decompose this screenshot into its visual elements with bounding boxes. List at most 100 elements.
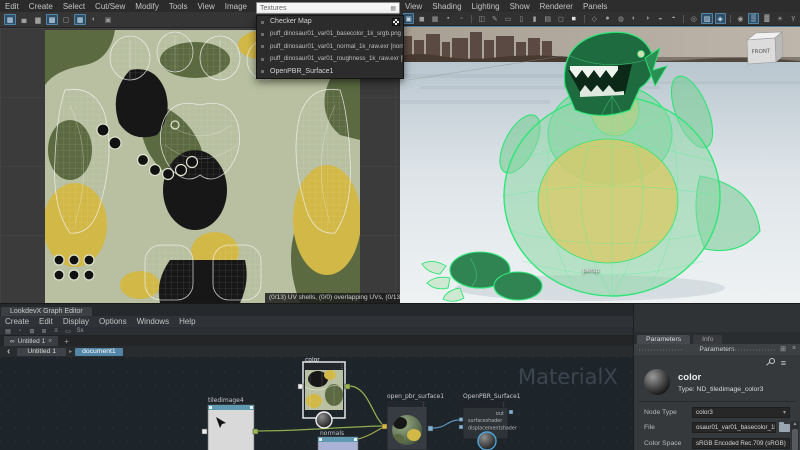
dropdown-item-normal[interactable]: puff_dinosaur01_var01_normal_1k_raw.exr …	[257, 41, 403, 53]
graph-menu-options[interactable]: Options	[94, 317, 132, 326]
pin-icon[interactable]	[765, 358, 774, 367]
textures-search-input[interactable]: Textures ▦	[256, 2, 400, 14]
dim-image-icon[interactable]: ▢	[60, 14, 72, 25]
texture-placement-icon[interactable]: ▒	[748, 13, 759, 24]
vp-menu-view[interactable]: View	[400, 2, 427, 11]
dropdown-item-checker-map[interactable]: Checker Map	[257, 16, 403, 28]
node-color[interactable]: color ⋮	[298, 357, 350, 428]
tab-info[interactable]: Info	[693, 335, 722, 344]
smooth-shade-icon[interactable]: ●	[602, 13, 613, 24]
vp-menu-shading[interactable]: Shading	[427, 2, 466, 11]
shaded-uv-icon[interactable]: ◐	[88, 14, 100, 25]
resolution-gate-icon[interactable]: ▯	[516, 13, 527, 24]
vp-menu-panels[interactable]: Panels	[578, 2, 612, 11]
two-panes-side-by-side-icon[interactable]: ◫	[476, 13, 487, 24]
graph-menu-edit[interactable]: Edit	[34, 317, 58, 326]
film-gate-icon[interactable]: ▭	[502, 13, 513, 24]
layout-vertical-icon[interactable]: ≡	[51, 327, 61, 335]
node-tiledimage4[interactable]: tiledimage4	[202, 397, 258, 450]
use-all-lights-icon[interactable]: ◐	[628, 13, 639, 24]
select-camera-icon[interactable]: ▣	[403, 13, 414, 24]
color-space-select[interactable]: sRGB Encoded Rec.709 (sRGB) ▾	[692, 438, 790, 449]
safe-action-icon[interactable]: ◻	[555, 13, 566, 24]
lock-camera-icon[interactable]: ◼	[416, 13, 427, 24]
uv-menu-tools[interactable]: Tools	[164, 2, 193, 11]
uv-menu-select[interactable]: Select	[58, 2, 90, 11]
uv-menu-view[interactable]: View	[193, 2, 220, 11]
anti-alias-icon[interactable]: ▓	[761, 13, 772, 24]
breadcrumb-current[interactable]: document1	[75, 348, 123, 356]
toolbar-separator	[471, 15, 472, 23]
node-type-select[interactable]: color3 ▾	[692, 407, 790, 418]
display-image-icon[interactable]: ▦	[4, 14, 16, 25]
gate-mask-icon[interactable]: ▮	[529, 13, 540, 24]
scroll-up-icon[interactable]: ▲	[793, 421, 798, 428]
histogram-a-icon[interactable]: ▄	[18, 14, 30, 25]
dropdown-item-openpbr-surface[interactable]: OpenPBR_Surface1	[257, 66, 403, 78]
add-node-tab-icon[interactable]: ⊞	[27, 327, 37, 335]
node-graph-canvas[interactable]: MaterialX tiledimage4	[0, 357, 633, 450]
uv-menu-image[interactable]: Image	[220, 2, 252, 11]
histogram-b-icon[interactable]: ▆	[32, 14, 44, 25]
svg-text:open_pbr_surface1: open_pbr_surface1	[387, 393, 444, 400]
file-input[interactable]: osaur01_var01_basecolor_1k_srgb.png	[692, 422, 776, 433]
isolate-select-icon[interactable]: ◎	[688, 13, 699, 24]
image-plane-icon[interactable]: ▫	[456, 13, 467, 24]
grease-pencil-icon[interactable]: ✎	[489, 13, 500, 24]
viewport-3d-view[interactable]: FRONT	[400, 26, 800, 303]
graph-menu-help[interactable]: Help	[174, 317, 200, 326]
folder-browse-icon[interactable]	[779, 424, 790, 432]
camera-name-label[interactable]: persp	[583, 267, 599, 274]
viewcube[interactable]: FRONT	[747, 32, 783, 64]
scrollbar-thumb[interactable]	[792, 429, 798, 450]
expand-collapse-icon[interactable]: Sx	[75, 327, 85, 335]
graph-menu-create[interactable]: Create	[0, 317, 34, 326]
shadows-icon[interactable]: ◑	[642, 13, 653, 24]
tab-parameters[interactable]: Parameters	[637, 335, 690, 344]
vp-menu-renderer[interactable]: Renderer	[535, 2, 578, 11]
graph-menu-display[interactable]: Display	[58, 317, 94, 326]
motion-blur-icon[interactable]: ◓	[668, 13, 679, 24]
dropdown-item-basecolor[interactable]: puff_dinosaur01_var01_basecolor_1k_srgb.…	[257, 28, 403, 40]
camera-attributes-icon[interactable]: ▦	[429, 13, 440, 24]
field-chart-icon[interactable]: ▤	[542, 13, 553, 24]
dock-icon[interactable]: ⊞	[780, 345, 786, 353]
layout-horizontal-icon[interactable]: ≣	[39, 327, 49, 335]
drag-handle[interactable]	[732, 349, 776, 351]
pixel-grid-icon[interactable]: ▦	[74, 14, 86, 25]
wireframe-on-shaded-icon[interactable]: ◈	[715, 13, 726, 24]
document-tab-untitled-1[interactable]: ∞ Untitled 1 ×	[4, 336, 58, 346]
screen-space-ao-icon[interactable]: ◒	[655, 13, 666, 24]
uv-snapshot-icon[interactable]: ▣	[102, 14, 114, 25]
vp-menu-show[interactable]: Show	[505, 2, 535, 11]
close-icon[interactable]: ×	[792, 345, 796, 352]
gamma-icon[interactable]: γ	[788, 13, 799, 24]
breadcrumb-back-icon[interactable]: ‹	[7, 347, 10, 356]
new-tab-button[interactable]: +	[58, 336, 75, 346]
exposure-icon[interactable]: ☀	[774, 13, 785, 24]
frame-selection-icon[interactable]: ▭	[63, 327, 73, 335]
breadcrumb-root[interactable]: Untitled 1	[17, 348, 66, 356]
uv-menu-edit[interactable]: Edit	[0, 2, 24, 11]
close-tab-icon[interactable]: ×	[48, 338, 52, 345]
bookmark-icon[interactable]: ▪	[443, 13, 454, 24]
dropdown-item-roughness[interactable]: puff_dinosaur01_var01_roughness_1k_raw.e…	[257, 53, 403, 65]
drag-handle[interactable]	[639, 349, 683, 351]
graph-panel-tab[interactable]: LookdevX Graph Editor	[1, 307, 92, 316]
wireframe-icon[interactable]: ◇	[589, 13, 600, 24]
uv-menu-modify[interactable]: Modify	[130, 2, 164, 11]
params-scrollbar[interactable]: ▲	[791, 421, 799, 450]
hamburger-menu-icon[interactable]: ≡	[781, 359, 786, 367]
node-state-icon[interactable]: ▫	[15, 327, 25, 335]
xray-icon[interactable]: ▨	[701, 13, 712, 24]
uv-status-readout: (0/13) UV shells, (0/0) overlapping UVs,…	[265, 293, 400, 303]
safe-title-icon[interactable]: ◽	[569, 13, 580, 24]
create-node-icon[interactable]: ▤	[3, 327, 13, 335]
textured-icon[interactable]: ◍	[615, 13, 626, 24]
vp-menu-lighting[interactable]: Lighting	[467, 2, 505, 11]
default-material-icon[interactable]: ◉	[735, 13, 746, 24]
uv-menu-create[interactable]: Create	[24, 2, 58, 11]
graph-menu-windows[interactable]: Windows	[132, 317, 174, 326]
uv-menu-cut-sew[interactable]: Cut/Sew	[90, 2, 130, 11]
checker-tiles-icon[interactable]: ▩	[46, 14, 58, 25]
